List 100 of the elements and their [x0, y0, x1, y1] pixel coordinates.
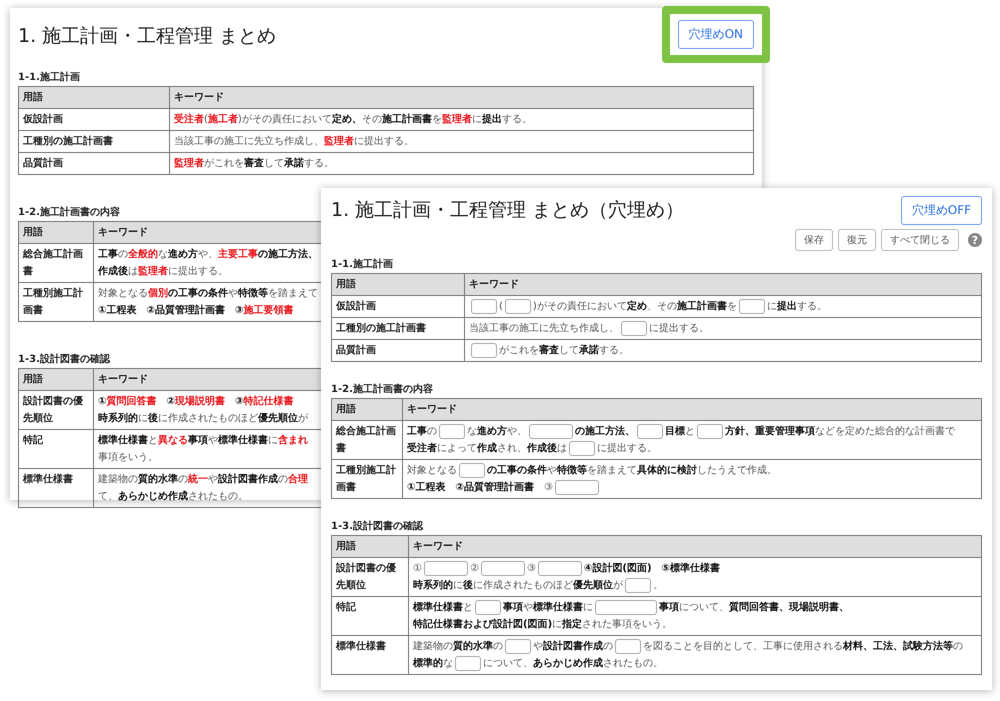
answer-box[interactable]	[595, 600, 657, 615]
term-text: 特記	[336, 602, 356, 613]
keyword-text: 工事の全般的な進め方や、主要工事の施工方法、 作成後は監理者に提出する。	[98, 249, 318, 277]
keyword-text: 質的水準	[453, 641, 493, 652]
keyword-text: 具体的に検討	[637, 465, 697, 476]
keyword-text: 標準的	[413, 658, 443, 669]
answer-box[interactable]	[637, 424, 663, 439]
answer-box[interactable]	[471, 342, 497, 358]
answer-box[interactable]	[455, 656, 481, 671]
keyword-text: に	[453, 580, 463, 591]
keyword-text: 作成後	[527, 443, 557, 454]
keyword-text: 受注者	[407, 443, 437, 454]
keyword-text: を	[726, 301, 737, 312]
keyword-text: について、	[483, 658, 533, 669]
keyword-text: ①質問回答書 ②現場説明書 ③特記仕様書 時系列的に後に作成されたものほど優先順位が	[98, 396, 308, 424]
keyword-text: )がその責任において	[532, 301, 627, 312]
keyword-text: の	[603, 641, 613, 652]
toolbar-button[interactable]: 復元	[838, 229, 876, 251]
keyword-text: 標準仕様書	[533, 602, 583, 613]
answer-box[interactable]	[459, 462, 485, 478]
term-text: 仮設計画	[23, 114, 63, 125]
keyword-text: に作成されたものほど	[473, 580, 573, 591]
answer-box[interactable]	[439, 424, 465, 439]
keyword-text: と	[463, 602, 473, 613]
keyword-text: に提出する。	[597, 443, 657, 454]
keyword-text: したうえで作成。	[697, 465, 777, 476]
answer-box[interactable]	[471, 298, 497, 314]
answer-box[interactable]	[505, 638, 531, 654]
term-text: 標準仕様書	[23, 474, 73, 485]
keyword-text: の	[493, 641, 503, 652]
keyword-text: 監理者がこれを審査して承諾する。	[174, 158, 334, 169]
fill-in-toggle-button[interactable]: 穴埋めON	[678, 20, 754, 49]
keyword-text: に	[552, 619, 562, 630]
keyword-text: に提出する。	[649, 323, 709, 334]
term-text: 品質計画	[336, 345, 376, 356]
fill-in-toggle-button[interactable]: 穴埋めOFF	[900, 196, 982, 225]
keyword-text: ①工程表 ②品質管理計画書	[407, 482, 535, 493]
keyword-text: 建築物の質的水準の統一や設計図書作成の合理 て、あらかじめ作成されたもの。	[98, 474, 308, 502]
keyword-text: 優先順位	[573, 580, 613, 591]
page-title: 1. 施工計画・工程管理 まとめ	[18, 24, 276, 49]
answer-box[interactable]	[615, 638, 641, 654]
keyword-text: 当該工事の施工に先立ち作成し、監理者に提出する。	[174, 136, 414, 147]
column-header: キーワード	[98, 374, 148, 385]
column-header: 用語	[336, 541, 356, 552]
keyword-text: ④設計図(図面) ⑤標準仕様書	[584, 563, 720, 574]
keyword-text: 。	[653, 580, 663, 591]
keyword-text: 審査	[539, 345, 559, 356]
answer-box[interactable]	[529, 424, 573, 439]
help-icon[interactable]: ?	[968, 233, 982, 247]
page-title: 1. 施工計画・工程管理 まとめ（穴埋め）	[331, 198, 684, 223]
keyword-text: 施工計画書	[676, 301, 727, 312]
section-heading: 1-3.設計図書の確認	[331, 520, 423, 533]
answer-box[interactable]	[621, 320, 647, 336]
toolbar-button[interactable]: 保存	[795, 229, 833, 251]
keyword-text: 材料、工法、試験方法等	[843, 641, 953, 652]
keyword-text: され、	[497, 443, 527, 454]
keyword-text: を図ることを目的として、工事に使用される	[643, 641, 843, 652]
answer-box[interactable]	[475, 600, 501, 615]
keyword-text: 事項	[503, 602, 523, 613]
keyword-text: に	[583, 602, 593, 613]
answer-box[interactable]	[424, 560, 468, 576]
keyword-text: について、	[679, 602, 729, 613]
section-heading: 1-2.施工計画書の内容	[331, 382, 433, 396]
keyword-text: 方針、重要管理事項	[725, 426, 815, 437]
column-header: 用語	[336, 279, 356, 290]
column-header: キーワード	[98, 227, 148, 238]
column-header: キーワード	[469, 279, 519, 290]
keyword-text: された事項をいう。	[582, 619, 672, 630]
keyword-text: 後	[463, 580, 473, 591]
answer-box[interactable]	[554, 480, 599, 495]
keyword-text: の工事の条件	[487, 465, 547, 476]
keyword-text: ②	[470, 563, 479, 574]
answer-box[interactable]	[504, 298, 531, 314]
keyword-text: 、その	[646, 301, 677, 312]
keyword-text: が	[613, 580, 623, 591]
answer-box[interactable]	[738, 298, 765, 314]
keyword-text: 工事	[407, 426, 427, 437]
answer-box[interactable]	[625, 578, 651, 593]
answer-box[interactable]	[569, 440, 595, 456]
keyword-text: 標準仕様書と異なる事項や標準仕様書に含まれ 事項をいう。	[98, 435, 308, 463]
keyword-text: ①	[413, 563, 422, 574]
answer-box[interactable]	[538, 560, 582, 576]
keyword-text: 事項	[659, 602, 679, 613]
answer-box[interactable]	[480, 560, 525, 576]
keyword-text: や	[523, 602, 533, 613]
keyword-text: は	[557, 443, 567, 454]
keyword-text: 特記仕様書および設計図(図面)	[413, 619, 552, 630]
keyword-text: して	[559, 345, 579, 356]
column-header: 用語	[23, 92, 43, 103]
section-heading: 1-2.施工計画書の内容	[18, 205, 120, 219]
answer-box[interactable]	[697, 424, 723, 439]
keyword-text: の施工方法、	[575, 426, 635, 437]
term-text: 仮設計画	[336, 301, 376, 312]
keyword-text: 受注者(施工者)がその責任において定め、その施工計画書を監理者に提出する。	[174, 114, 532, 125]
column-header: キーワード	[407, 404, 457, 415]
keyword-text: する。	[599, 345, 629, 356]
keyword-text: 建築物の	[413, 641, 453, 652]
keyword-text: 対象となる	[407, 465, 457, 476]
toolbar-button[interactable]: すべて閉じる	[881, 229, 959, 251]
keyword-text: 対象となる個別の工事の条件や特徴等を踏まえて ①工程表 ②品質管理計画書 ③施工要領書	[98, 288, 318, 316]
